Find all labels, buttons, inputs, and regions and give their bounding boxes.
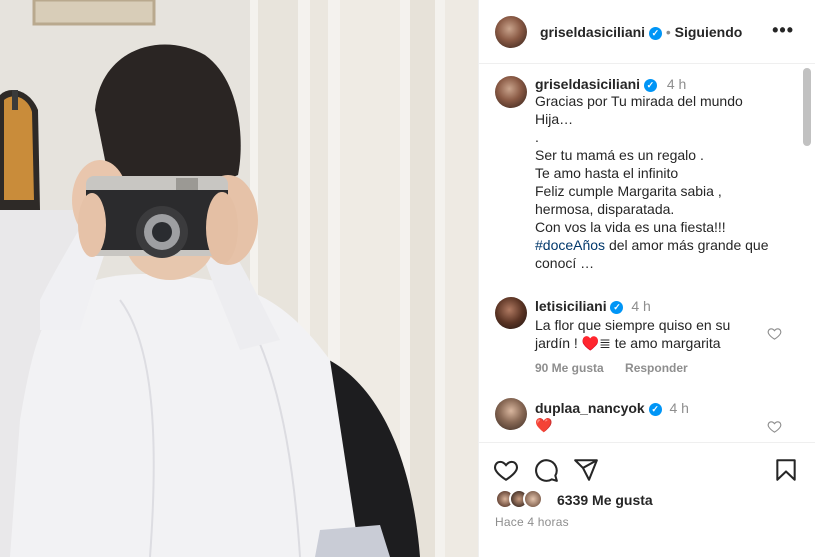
post-photo[interactable] — [0, 0, 478, 557]
comments-scrollbar[interactable] — [803, 66, 811, 442]
caption-text: Gracias por Tu mirada del mundo Hija… . … — [535, 92, 795, 272]
verified-badge-icon: ✓ — [643, 79, 657, 92]
post-header: griseldasiciliani ✓ • Siguiendo ••• — [479, 0, 815, 64]
caption-username[interactable]: griseldasiciliani — [535, 76, 640, 92]
post-actions: 6339 Me gusta Hace 4 horas — [479, 442, 815, 557]
post-side-panel: griseldasiciliani ✓ • Siguiendo ••• gris… — [478, 0, 815, 557]
comment-user-line: duplaa_nancyok ✓ 4 h — [535, 400, 689, 416]
verified-badge-icon: ✓ — [648, 27, 662, 40]
liker-avatar — [523, 489, 543, 509]
caption-avatar[interactable] — [495, 76, 527, 108]
comment-username[interactable]: letisiciliani — [535, 298, 607, 314]
author-avatar[interactable] — [495, 16, 527, 48]
following-button[interactable]: Siguiendo — [675, 24, 743, 40]
heart-icon[interactable] — [493, 457, 519, 483]
more-options-icon[interactable]: ••• — [772, 20, 794, 41]
comment-text: La flor que siempre quiso en su jardín !… — [535, 317, 731, 351]
post-timestamp[interactable]: Hace 4 horas — [495, 515, 569, 529]
verified-badge-icon: ✓ — [648, 403, 662, 416]
verified-badge-icon: ✓ — [610, 301, 624, 314]
separator-dot: • — [665, 24, 671, 40]
comment-like-heart-icon[interactable] — [767, 326, 782, 341]
caption-time[interactable]: 4 h — [667, 76, 686, 92]
comment-user-line: letisiciliani ✓ 4 h — [535, 298, 651, 314]
author-username[interactable]: griseldasiciliani — [540, 24, 645, 40]
comment-icon[interactable] — [533, 457, 559, 483]
reply-button[interactable]: Responder — [625, 361, 688, 375]
save-icon[interactable] — [773, 457, 799, 483]
comment-time[interactable]: 4 h — [669, 400, 688, 416]
comment-avatar[interactable] — [495, 398, 527, 430]
comment-likes[interactable]: 90 Me gusta — [535, 361, 604, 375]
comment-avatar[interactable] — [495, 297, 527, 329]
likes-count[interactable]: 6339 Me gusta — [557, 492, 653, 508]
photo-illustration — [0, 0, 478, 557]
scrollbar-thumb[interactable] — [803, 68, 811, 146]
comments-section[interactable]: griseldasiciliani ✓ 4 h Gracias por Tu m… — [479, 64, 815, 442]
comment-text: ❤️ — [535, 417, 553, 433]
share-icon[interactable] — [573, 457, 599, 483]
header-user-line: griseldasiciliani ✓ • Siguiendo — [540, 24, 742, 40]
hashtag-link[interactable]: #doceAños — [535, 237, 605, 253]
comment-meta: 90 Me gusta Responder — [535, 361, 706, 375]
comment-like-heart-icon[interactable] — [767, 419, 782, 434]
caption-user-line: griseldasiciliani ✓ 4 h — [535, 76, 686, 92]
caption-body: Gracias por Tu mirada del mundo Hija… . … — [535, 93, 743, 235]
comment-time[interactable]: 4 h — [631, 298, 650, 314]
comment-username[interactable]: duplaa_nancyok — [535, 400, 645, 416]
